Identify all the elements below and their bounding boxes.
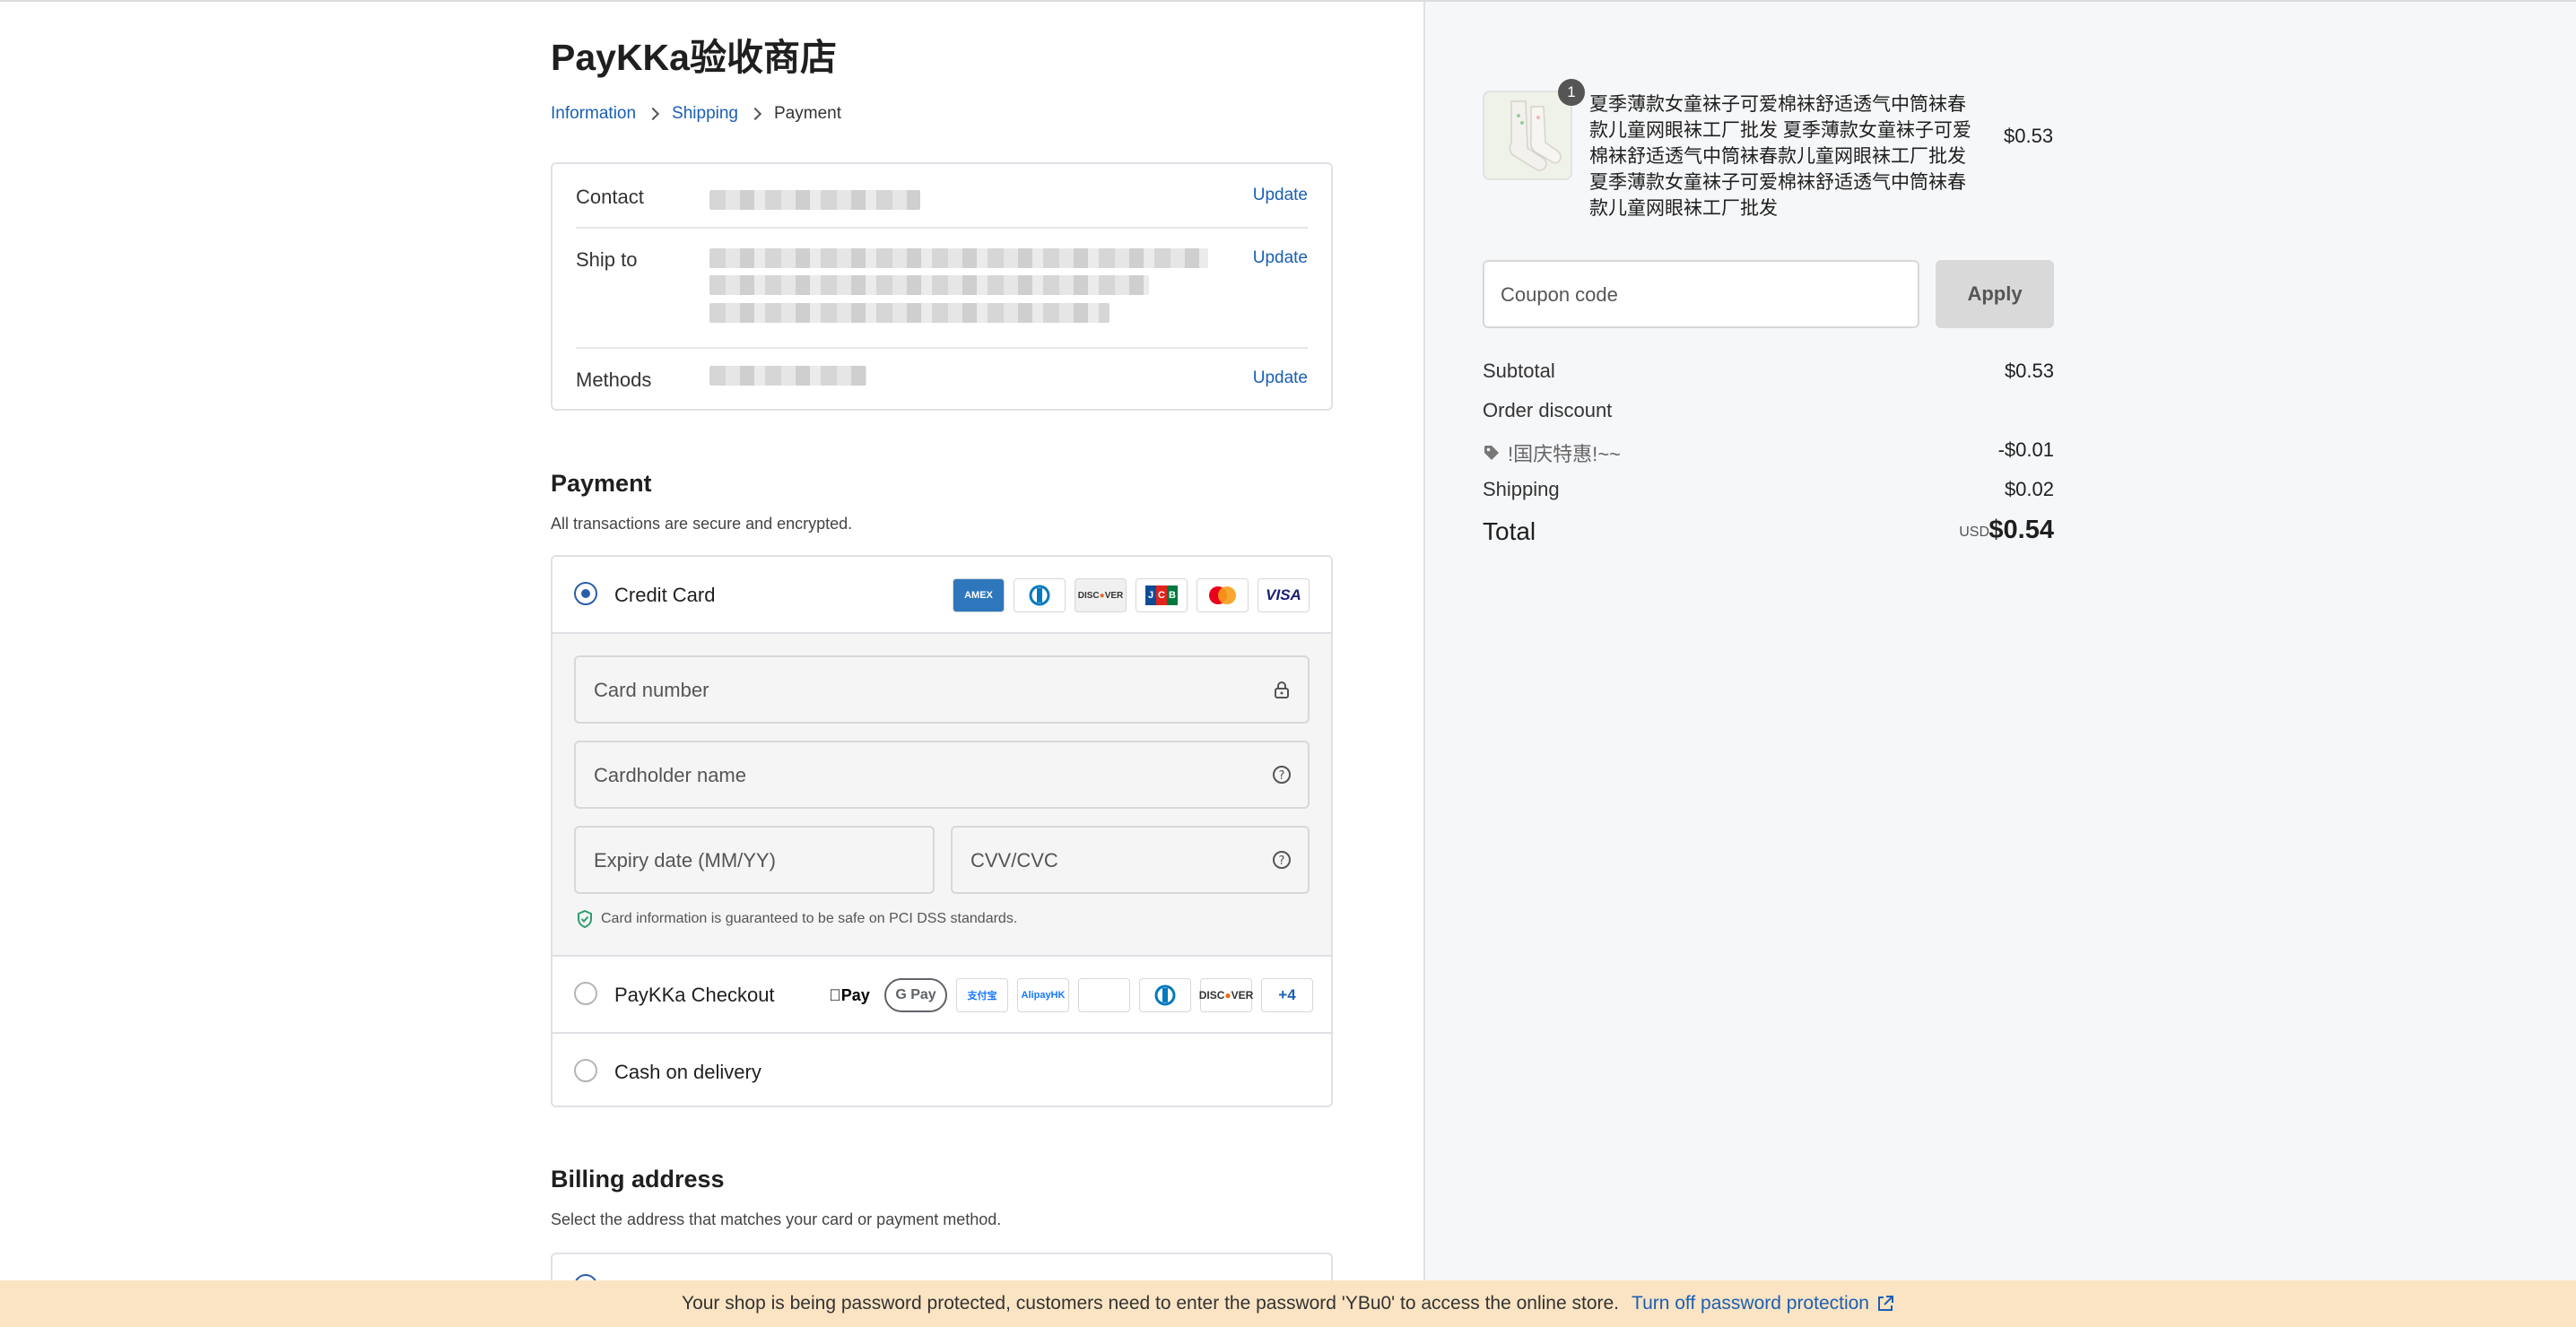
apple-pay-icon: Pay [823, 978, 875, 1012]
svg-text:?: ? [1279, 769, 1285, 783]
pci-note-text: Card information is guaranteed to be saf… [601, 911, 1018, 926]
banner-message: Your shop is being password protected, c… [681, 1293, 1620, 1314]
mastercard-icon [1197, 578, 1249, 612]
divider [576, 347, 1308, 349]
card-number-placeholder: Card number [594, 679, 709, 701]
discover-icon: DISC ● VER [1075, 578, 1127, 612]
subtotal-row: Subtotal $0.53 [1483, 360, 2054, 383]
ship-to-value-redacted [709, 248, 1208, 268]
cash-on-delivery-option[interactable]: Cash on delivery [553, 1034, 1331, 1106]
help-icon[interactable]: ? [1272, 850, 1292, 870]
breadcrumb-information[interactable]: Information [551, 104, 636, 124]
discount-code: !国庆特惠!~~ [1483, 438, 1621, 467]
diners-icon [1014, 578, 1066, 612]
cash-on-delivery-label: Cash on delivery [614, 1061, 761, 1083]
visa-icon: VISA [1258, 578, 1310, 612]
discount-code-text: !国庆特惠!~~ [1508, 443, 1621, 465]
subtotal-label: Subtotal [1483, 360, 1555, 382]
ship-to-value-redacted [709, 303, 1110, 323]
discount-code-row: !国庆特惠!~~ -$0.01 [1483, 438, 2054, 467]
lock-icon [1275, 681, 1289, 698]
breadcrumb-payment: Payment [774, 104, 841, 123]
ship-to-label: Ship to [576, 248, 638, 271]
contact-update-link[interactable]: Update [1253, 186, 1308, 205]
cvv-input[interactable]: CVV/CVC ? [951, 826, 1310, 894]
subtotal-value: $0.53 [2004, 360, 2054, 382]
order-discount-row: Order discount [1483, 399, 2054, 422]
external-link-icon [1878, 1296, 1893, 1311]
svg-text:?: ? [1279, 854, 1285, 868]
payment-methods: Credit Card AMEX DISC ● VER JCB VISA Card … [551, 555, 1333, 1107]
chevron-right-icon [748, 107, 762, 121]
billing-address-subtitle: Select the address that matches your car… [551, 1210, 1002, 1228]
paykka-payment-icons: Pay G Pay 支付宝 AlipayHK AMEX DISC●VER +4 [823, 978, 1313, 1012]
expiry-date-placeholder: Expiry date (MM/YY) [594, 849, 776, 872]
quantity-badge: 1 [1558, 79, 1585, 106]
tag-icon [1484, 446, 1499, 460]
shop-title[interactable]: PayKKa验收商店 [551, 27, 837, 81]
coupon-code-placeholder: Coupon code [1501, 283, 1618, 306]
jcb-icon: JCB [1136, 578, 1188, 612]
pci-note: Card information is guaranteed to be saf… [576, 909, 1017, 929]
help-icon[interactable]: ? [1272, 765, 1292, 785]
card-brand-icons: AMEX DISC ● VER JCB VISA [953, 578, 1310, 612]
payment-title: Payment [551, 470, 652, 497]
cardholder-name-placeholder: Cardholder name [594, 764, 746, 786]
discover-icon: DISC ● VER [1199, 978, 1253, 1012]
product-thumbnail [1483, 91, 1572, 180]
contact-value-redacted [709, 190, 920, 210]
credit-card-option[interactable]: Credit Card AMEX DISC ● VER JCB VISA [553, 557, 1331, 634]
credit-card-radio[interactable] [574, 582, 597, 605]
credit-card-label: Credit Card [614, 584, 716, 606]
total-label: Total [1483, 517, 1536, 545]
card-number-input[interactable]: Card number [574, 655, 1310, 724]
credit-card-form: Card number Cardholder name ? Expiry dat… [553, 634, 1331, 957]
breadcrumb: Information Shipping Payment [551, 104, 841, 124]
amex-icon: AMEX [953, 578, 1005, 612]
total-row: Total USD $0.54 [1483, 516, 2054, 546]
coupon-code-input[interactable]: Coupon code [1483, 260, 1919, 328]
paykka-checkout-radio[interactable] [574, 982, 597, 1005]
paykka-checkout-label: PayKKa Checkout [614, 984, 775, 1006]
diners-icon [1139, 978, 1191, 1012]
product-name: 夏季薄款女童袜子可爱棉袜舒适透气中筒袜春款儿童网眼袜工厂批发 夏季薄款女童袜子可… [1589, 94, 1971, 219]
methods-update-link[interactable]: Update [1253, 369, 1308, 388]
ship-to-value-redacted [709, 275, 1149, 295]
banner-link-text: Turn off password protection [1632, 1293, 1869, 1314]
socks-image-icon [1484, 92, 1571, 178]
alipay-hk-icon: AlipayHK [1017, 978, 1069, 1012]
apply-coupon-button[interactable]: Apply [1936, 260, 2054, 328]
total-value: $0.54 [1989, 516, 2054, 544]
methods-value-redacted [709, 366, 866, 386]
turn-off-password-link[interactable]: Turn off password protection [1632, 1293, 1894, 1314]
shipping-label: Shipping [1483, 478, 1560, 500]
chevron-right-icon [646, 107, 660, 121]
payment-subtitle: All transactions are secure and encrypte… [551, 515, 853, 533]
paykka-checkout-option[interactable]: PayKKa Checkout Pay G Pay 支付宝 AlipayHK … [553, 957, 1331, 1034]
billing-address-title: Billing address [551, 1166, 725, 1193]
cardholder-name-input[interactable]: Cardholder name ? [574, 741, 1310, 809]
ship-to-update-link[interactable]: Update [1253, 248, 1308, 268]
contact-label: Contact [576, 186, 644, 208]
shield-check-icon [578, 909, 592, 929]
cvv-placeholder: CVV/CVC [970, 849, 1058, 872]
divider [576, 227, 1308, 229]
more-methods-badge[interactable]: +4 [1261, 978, 1313, 1012]
password-protection-banner: Your shop is being password protected, c… [0, 1280, 2576, 1327]
methods-label: Methods [576, 369, 652, 391]
order-discount-label: Order discount [1483, 399, 1613, 421]
google-pay-icon: G Pay [884, 978, 947, 1012]
shipping-row: Shipping $0.02 [1483, 478, 2054, 501]
review-box: Contact Update Ship to Update Methods Up… [551, 162, 1333, 411]
currency-code: USD [1959, 525, 1989, 540]
breadcrumb-shipping[interactable]: Shipping [672, 104, 738, 124]
expiry-date-input[interactable]: Expiry date (MM/YY) [574, 826, 935, 894]
amex-icon: AMEX [1078, 978, 1130, 1012]
discount-value: -$0.01 [1997, 438, 2054, 461]
product-price: $0.53 [2004, 125, 2054, 147]
alipay-icon: 支付宝 [956, 978, 1008, 1012]
cash-on-delivery-radio[interactable] [574, 1059, 597, 1082]
shipping-value: $0.02 [2004, 478, 2054, 500]
